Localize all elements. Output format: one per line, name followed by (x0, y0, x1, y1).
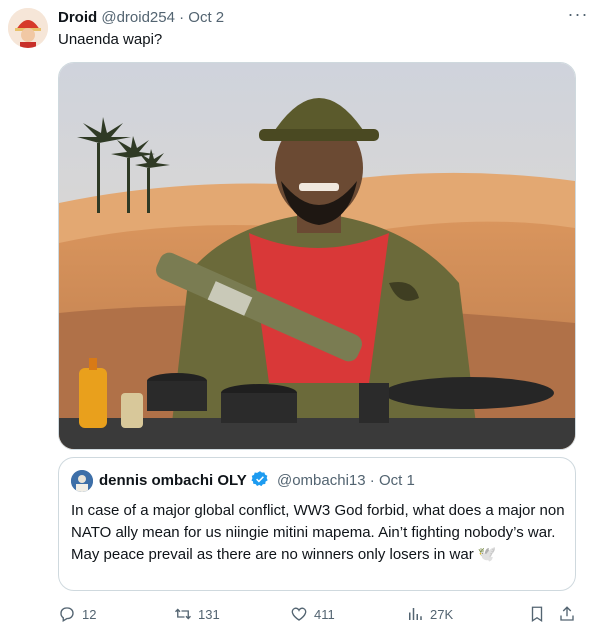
like-button[interactable]: 411 (290, 602, 335, 626)
reply-button[interactable]: 12 (58, 602, 96, 626)
more-dots-icon[interactable]: ··· (567, 5, 589, 28)
avatar-image (8, 8, 48, 48)
tweet-image[interactable] (58, 62, 576, 450)
quoted-tweet[interactable]: dennis ombachi OLY @ombachi13 · Oct 1 In… (58, 457, 576, 591)
tweet-header: Droid @droid254 · Oct 2 ··· (58, 5, 591, 30)
bookmark-button[interactable] (528, 602, 552, 626)
views-button[interactable]: 27K (406, 602, 453, 626)
reply-count: 12 (82, 606, 97, 622)
quoted-avatar[interactable] (71, 470, 93, 492)
like-count: 411 (314, 606, 335, 622)
action-bar: 12 131 411 27K (58, 602, 588, 626)
avatar[interactable] (8, 8, 48, 48)
author-handle[interactable]: @droid254 (101, 9, 175, 26)
verified-badge-icon (251, 470, 269, 495)
repost-icon (175, 608, 191, 620)
author-name[interactable]: Droid (58, 9, 97, 26)
tweet-text: Unaenda wapi? (58, 31, 163, 48)
quoted-header: dennis ombachi OLY @ombachi13 · Oct 1 (99, 470, 415, 495)
quoted-author-name[interactable]: dennis ombachi OLY (99, 472, 247, 489)
views-icon (409, 608, 422, 620)
quoted-text: In case of a major global conflict, WW3 … (71, 502, 565, 563)
bookmark-icon (531, 606, 543, 623)
share-button[interactable] (558, 602, 582, 626)
quoted-separator: · (369, 472, 375, 489)
quoted-avatar-image (71, 470, 93, 492)
views-count: 27K (430, 606, 454, 622)
desert-cook-image (59, 63, 575, 449)
separator: · (179, 9, 185, 26)
heart-icon (291, 607, 307, 621)
tweet[interactable]: Droid @droid254 · Oct 2 ··· Unaenda wapi… (0, 0, 603, 636)
tweet-date[interactable]: Oct 2 (188, 9, 224, 26)
quoted-author-handle[interactable]: @ombachi13 (277, 472, 366, 489)
repost-button[interactable]: 131 (174, 602, 220, 626)
reply-icon (60, 607, 74, 622)
quoted-date[interactable]: Oct 1 (379, 472, 415, 489)
share-icon (560, 606, 574, 621)
repost-count: 131 (198, 606, 220, 622)
